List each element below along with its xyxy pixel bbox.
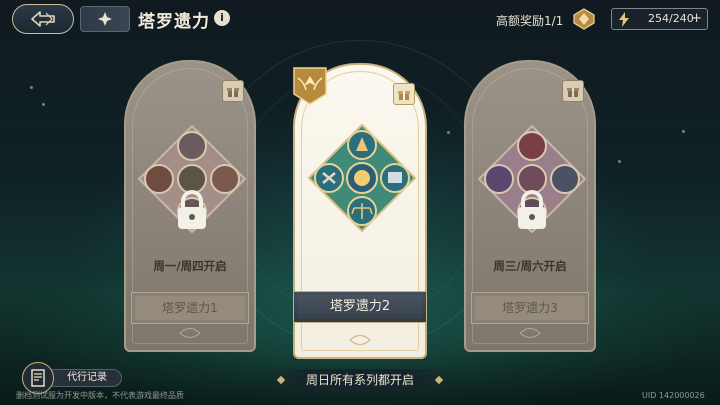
energy-value: 254/240 — [648, 12, 694, 25]
winged-emblem-icon — [293, 67, 327, 105]
tarot-card-2[interactable]: 塔罗遗力2 — [293, 63, 427, 359]
card-name-button[interactable]: 塔罗遗力2 — [293, 291, 427, 323]
energy-add-button[interactable]: + — [691, 11, 702, 26]
tarot-card-1[interactable]: 周一/周四开启 塔罗遗力1 — [124, 60, 256, 352]
sparkle — [30, 86, 33, 89]
proxy-record-label-pill: 代行记录 — [46, 369, 122, 387]
reward-counter: 高额奖励1/1 — [496, 14, 564, 28]
gift-icon[interactable] — [562, 80, 584, 102]
gift-icon[interactable] — [222, 80, 244, 102]
sparkle — [618, 160, 621, 163]
tarot-card-3[interactable]: 周三/周六开启 塔罗遗力3 — [464, 60, 596, 352]
grid-menu-icon — [98, 12, 112, 26]
open-days-label: 周三/周六开启 — [493, 259, 567, 273]
proxy-record-icon — [31, 369, 45, 387]
card-name-button[interactable]: 塔罗遗力1 — [131, 292, 249, 324]
tarot-diamond-2 — [307, 123, 417, 233]
card-ornament-icon — [349, 335, 371, 345]
energy-bolt-icon — [619, 12, 629, 27]
sunday-banner: 周日所有系列都开启 — [268, 369, 452, 391]
gift-icon[interactable] — [393, 83, 415, 105]
sparkle — [42, 103, 45, 106]
banner-ornament — [434, 375, 444, 385]
card-name-button[interactable]: 塔罗遗力3 — [471, 292, 589, 324]
sparkle — [682, 130, 685, 133]
card-ornament-icon — [179, 328, 201, 338]
lock-icon — [178, 190, 206, 229]
page-title: 塔罗遗力 — [138, 12, 210, 32]
back-button[interactable] — [12, 4, 74, 34]
back-arrow-icon — [31, 11, 55, 27]
open-days-label: 周一/周四开启 — [153, 259, 227, 273]
info-icon[interactable]: i — [214, 10, 230, 26]
sparkle — [447, 131, 450, 134]
card-ornament-icon — [519, 328, 541, 338]
disclaimer-text: 删档测试服为开发中版本，不代表游戏最终品质 — [16, 391, 184, 400]
reward-wings-icon[interactable] — [570, 5, 598, 33]
banner-text: 周日所有系列都开启 — [305, 373, 414, 387]
proxy-record-label: 代行记录 — [67, 372, 107, 383]
banner-ornament — [276, 375, 286, 385]
energy-bar[interactable]: 254/240 + — [611, 8, 708, 30]
uid-label: UID 142000026 — [642, 391, 705, 400]
lock-icon — [518, 190, 546, 229]
grid-menu-button[interactable] — [80, 6, 130, 32]
